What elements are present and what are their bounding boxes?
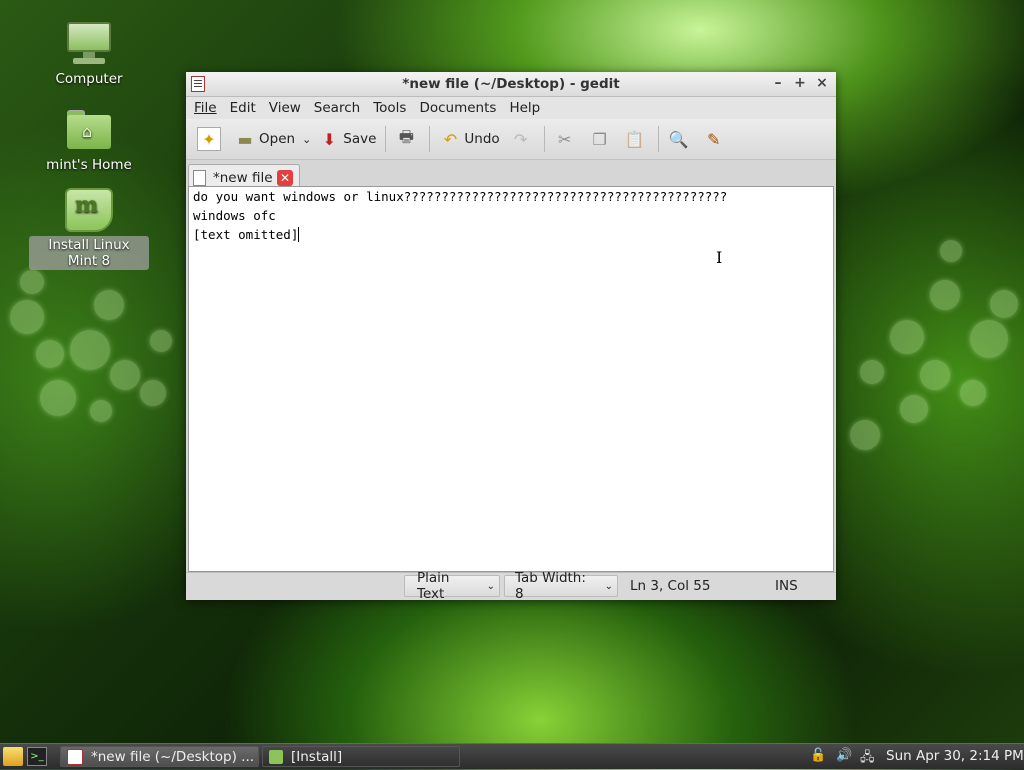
menu-view[interactable]: View xyxy=(265,97,305,119)
toolbar-separator xyxy=(543,126,545,152)
printer-icon: 🖶 xyxy=(398,126,414,146)
document-tab-label: *new file xyxy=(213,170,273,186)
volume-icon[interactable]: 🔊 xyxy=(836,748,852,763)
menu-documents[interactable]: Documents xyxy=(415,97,500,119)
document-icon xyxy=(193,170,206,186)
menu-launcher-icon[interactable] xyxy=(3,747,23,766)
save-button[interactable]: ⬇ Save xyxy=(313,123,381,155)
new-document-button[interactable]: ✦ xyxy=(192,123,229,155)
undo-label: Undo xyxy=(464,131,500,147)
network-icon[interactable]: 🖧 xyxy=(860,748,875,770)
desktop-icon-computer[interactable]: Computer xyxy=(29,20,149,88)
taskbar-item-label: [Install] xyxy=(291,748,343,765)
find-replace-icon: ✎ xyxy=(707,129,721,149)
redo-icon: ↷ xyxy=(514,129,528,149)
open-label: Open xyxy=(259,131,296,147)
print-button[interactable]: 🖶 xyxy=(390,123,425,155)
toolbar: ✦ ▬ Open ⌄ ⬇ Save 🖶 ↶ Undo ↷ ✂ ❐ 📋 🔍 ✎ xyxy=(186,119,836,160)
desktop-icon-label: Computer xyxy=(55,71,123,87)
new-document-icon: ✦ xyxy=(197,127,221,151)
taskbar-item-install[interactable]: [Install] xyxy=(262,746,460,767)
gedit-window: *new file (~/Desktop) - gedit – + × File… xyxy=(186,72,836,602)
taskbar-item-gedit[interactable]: *new file (~/Desktop) ... xyxy=(60,746,259,767)
editor-line-3-text: [text omitted] xyxy=(193,227,299,242)
folder-open-icon: ▬ xyxy=(237,129,253,149)
cut-button[interactable]: ✂ xyxy=(549,123,584,155)
language-selector[interactable]: Plain Text ⌄ xyxy=(404,570,500,602)
save-icon: ⬇ xyxy=(322,129,336,149)
text-editor[interactable]: do you want windows or linux????????????… xyxy=(188,186,834,572)
undo-button[interactable]: ↶ Undo xyxy=(434,123,504,155)
find-button[interactable]: 🔍 xyxy=(663,123,698,155)
desktop-icon-home[interactable]: ⌂ mint's Home xyxy=(29,106,149,174)
copy-icon: ❐ xyxy=(592,129,607,149)
close-tab-icon[interactable]: ✕ xyxy=(277,170,293,186)
chevron-down-icon: ⌄ xyxy=(604,580,613,592)
insert-mode: INS xyxy=(775,578,798,594)
replace-button[interactable]: ✎ xyxy=(698,123,733,155)
toolbar-separator xyxy=(385,126,387,152)
mouse-ibeam-cursor: I xyxy=(716,248,723,267)
window-title: *new file (~/Desktop) - gedit xyxy=(402,76,620,92)
toolbar-separator xyxy=(429,126,431,152)
menu-edit[interactable]: Edit xyxy=(226,97,260,119)
open-button[interactable]: ▬ Open xyxy=(229,123,300,155)
save-label: Save xyxy=(343,131,377,147)
redo-button[interactable]: ↷ xyxy=(505,123,540,155)
menu-help[interactable]: Help xyxy=(505,97,544,119)
window-titlebar[interactable]: *new file (~/Desktop) - gedit – + × xyxy=(186,72,836,97)
desktop-icon-label: Install Linux Mint 8 xyxy=(29,236,149,270)
text-cursor xyxy=(298,227,300,242)
home-folder-icon: ⌂ xyxy=(65,110,113,150)
bottom-panel: >_ *new file (~/Desktop) ... [Install] 🔓… xyxy=(0,743,1024,769)
close-icon[interactable]: × xyxy=(814,74,830,92)
copy-button[interactable]: ❐ xyxy=(584,123,619,155)
editor-line-1: do you want windows or linux????????????… xyxy=(193,189,728,204)
magnifier-icon: 🔍 xyxy=(668,129,689,149)
lock-icon[interactable]: 🔓 xyxy=(810,748,826,763)
tab-width-selector[interactable]: Tab Width: 8 ⌄ xyxy=(504,570,618,602)
editor-line-3: [text omitted] xyxy=(189,225,833,244)
menu-search[interactable]: Search xyxy=(310,97,364,119)
minimize-icon[interactable]: – xyxy=(770,74,786,92)
cursor-position: Ln 3, Col 55 xyxy=(630,578,711,594)
desktop-icon-label: mint's Home xyxy=(46,157,132,173)
computer-icon xyxy=(65,20,113,68)
statusbar: Plain Text ⌄ Tab Width: 8 ⌄ Ln 3, Col 55… xyxy=(186,570,836,602)
menubar: File Edit View Search Tools Documents He… xyxy=(186,97,836,119)
taskbar-item-label: *new file (~/Desktop) ... xyxy=(91,748,255,765)
desktop-icon-install[interactable]: m Install Linux Mint 8 xyxy=(29,186,149,270)
maximize-icon[interactable]: + xyxy=(792,74,808,92)
panel-clock[interactable]: Sun Apr 30, 2:14 PM xyxy=(886,748,1024,764)
mint-installer-icon xyxy=(269,749,283,764)
menu-file[interactable]: File xyxy=(190,97,221,119)
toolbar-separator xyxy=(657,126,659,152)
editor-line-2: windows ofc xyxy=(193,208,276,223)
language-label: Plain Text xyxy=(417,570,450,602)
chevron-down-icon: ⌄ xyxy=(486,580,495,592)
paste-icon: 📋 xyxy=(624,129,645,149)
paste-button[interactable]: 📋 xyxy=(619,123,654,155)
tab-width-label: Tab Width: 8 xyxy=(515,570,586,602)
undo-icon: ↶ xyxy=(443,129,458,149)
scissors-icon: ✂ xyxy=(558,129,572,149)
terminal-launcher-icon[interactable]: >_ xyxy=(27,747,47,766)
mint-installer-icon: m xyxy=(65,188,113,232)
menu-tools[interactable]: Tools xyxy=(369,97,410,119)
open-recent-dropdown[interactable]: ⌄ xyxy=(300,123,313,155)
chevron-down-icon: ⌄ xyxy=(302,132,312,146)
gedit-app-icon xyxy=(67,748,83,765)
